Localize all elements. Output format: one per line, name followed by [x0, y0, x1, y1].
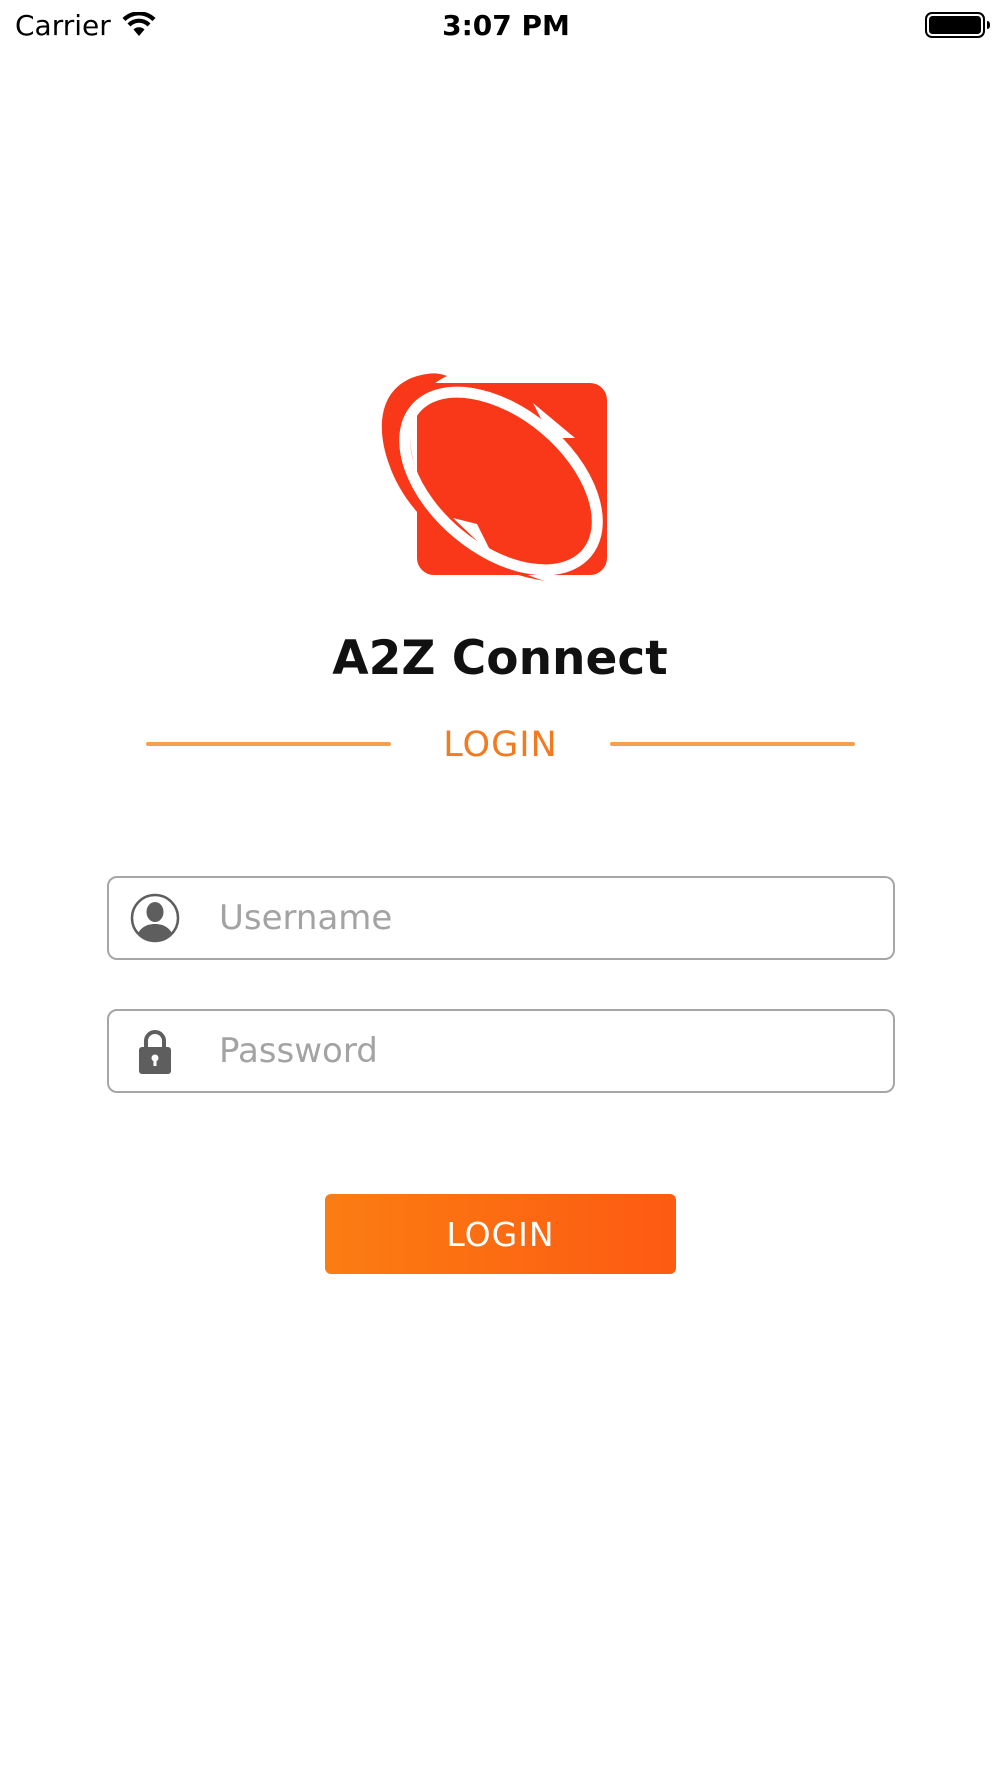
battery-icon — [925, 12, 990, 38]
a2z-connect-logo — [381, 373, 607, 581]
lock-icon — [139, 1030, 171, 1074]
user-icon — [130, 893, 180, 943]
login-section-label: LOGIN — [443, 725, 558, 765]
username-input[interactable] — [219, 878, 879, 958]
password-input[interactable] — [219, 1011, 879, 1091]
username-field[interactable] — [107, 876, 895, 960]
status-bar: Carrier 3:07 PM — [0, 0, 1000, 52]
divider-line-right — [610, 742, 855, 746]
app-title: A2Z Connect — [332, 631, 668, 686]
status-time: 3:07 PM — [442, 9, 570, 42]
password-field[interactable] — [107, 1009, 895, 1093]
divider-line-left — [146, 742, 391, 746]
login-button[interactable]: LOGIN — [325, 1194, 676, 1274]
